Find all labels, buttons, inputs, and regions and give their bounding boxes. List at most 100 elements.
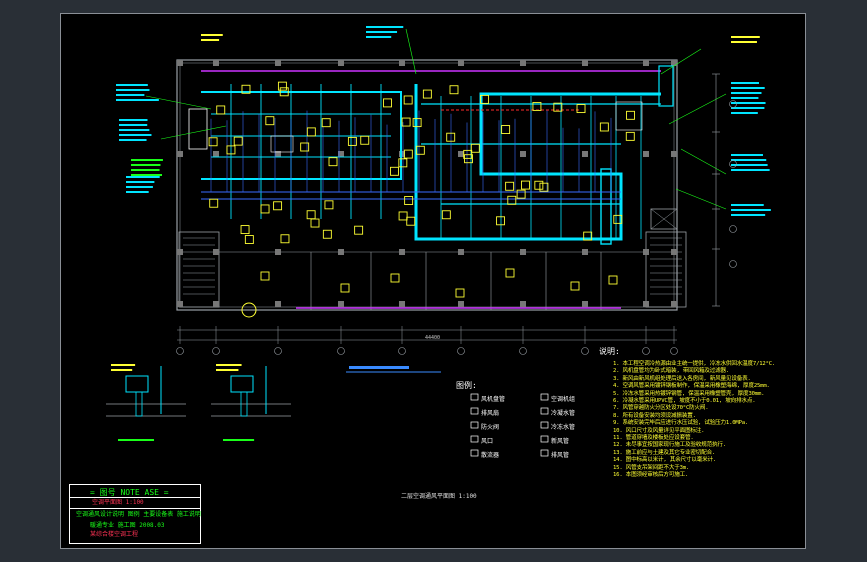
duct-riser — [658, 65, 674, 107]
legend-item: 冷凝水管 — [551, 410, 576, 417]
fan-coil-unit — [625, 131, 635, 141]
annotation-text — [119, 124, 148, 126]
structural-column — [177, 151, 183, 157]
annotation-text — [126, 186, 153, 188]
annotation-text — [731, 87, 765, 89]
fan-coil-unit — [300, 142, 310, 152]
annotation-text — [366, 36, 392, 38]
chilled-water-pipe — [201, 191, 621, 200]
leader-line — [660, 48, 702, 75]
structural-column — [275, 301, 281, 307]
structural-column — [399, 301, 405, 307]
fan-coil-unit — [324, 200, 334, 210]
structural-column — [582, 301, 588, 307]
annotation-text — [366, 31, 398, 33]
grid-bubble — [670, 347, 678, 355]
legend-item: 新风管 — [551, 438, 570, 445]
fan-coil-unit — [383, 98, 392, 108]
structural-column — [643, 249, 649, 255]
annotation-text — [119, 139, 147, 141]
fan-coil-unit — [608, 275, 618, 285]
leader-line — [160, 125, 227, 140]
grid-bubble — [274, 347, 282, 355]
annotation-text — [731, 82, 759, 84]
annotation-text — [731, 169, 770, 171]
fan-coil-unit — [328, 157, 338, 167]
title-block-project: 空调平面图 1:100 — [92, 499, 144, 506]
title-block-release: = 图号 NOTE ASE = — [90, 488, 169, 497]
title-block-divider — [70, 508, 200, 509]
annotation-text — [366, 26, 404, 28]
structural-column — [213, 301, 219, 307]
annotation-text — [731, 97, 759, 99]
annotation-text — [116, 99, 159, 101]
fan-coil-unit — [208, 137, 218, 147]
fan-coil-unit — [273, 201, 283, 211]
outer-wall — [176, 59, 678, 311]
annotation-text — [216, 364, 242, 366]
structural-column — [338, 249, 344, 255]
annotation-text — [223, 439, 255, 441]
structural-column — [671, 249, 677, 255]
title-block: = 图号 NOTE ASE = 空调平面图 1:100 空调通风设计说明 图例 … — [69, 484, 201, 544]
air-handling-unit — [270, 135, 294, 153]
fan-coil-unit — [306, 127, 316, 137]
section-duct — [125, 375, 149, 393]
stair-right — [645, 231, 687, 308]
fan-coil-unit — [310, 218, 320, 228]
fan-coil-unit — [354, 225, 364, 235]
annotation-text — [731, 214, 766, 216]
annotation-text — [131, 174, 163, 176]
fan-coil-unit — [455, 288, 465, 298]
annotation-text — [118, 439, 155, 441]
grid-bubble — [457, 347, 465, 355]
fan-coil-unit — [570, 281, 580, 291]
section-duct — [230, 375, 254, 393]
grid-bubble — [729, 225, 737, 233]
structural-column — [458, 151, 464, 157]
structural-column — [520, 60, 526, 66]
fan-coil-unit — [406, 216, 416, 226]
structural-column — [582, 249, 588, 255]
fan-coil-unit — [415, 145, 425, 155]
fan-coil-unit — [501, 125, 511, 134]
legend-item: 散流器 — [481, 452, 500, 459]
fan-coil-unit — [576, 104, 586, 114]
stair-left — [178, 231, 220, 308]
fan-coil-unit — [626, 110, 635, 120]
fan-coil-unit — [280, 234, 290, 244]
annotation-text — [111, 364, 136, 366]
fan-coil-unit — [265, 116, 275, 126]
annotation-text — [731, 112, 758, 114]
fan-coil-unit — [240, 225, 250, 235]
grid-bubble — [642, 347, 650, 355]
annotation-text — [119, 119, 148, 121]
air-handling-unit — [188, 108, 208, 150]
fan-coil-unit — [322, 229, 332, 239]
structural-column — [671, 301, 677, 307]
grid-bubble — [337, 347, 345, 355]
structural-column — [213, 60, 219, 66]
annotation-text — [731, 36, 760, 38]
fan-coil-unit — [422, 89, 432, 99]
annotation-text — [116, 84, 148, 86]
grid-bubble — [176, 347, 184, 355]
fan-coil-unit — [306, 210, 316, 220]
structural-column — [458, 301, 464, 307]
fan-coil-unit — [516, 189, 526, 199]
structural-column — [643, 301, 649, 307]
total-dimension-label: 44400 — [425, 335, 441, 341]
fan-coil-unit — [470, 143, 480, 153]
structural-column — [275, 60, 281, 66]
fan-coil-unit — [209, 198, 219, 208]
structural-column — [643, 151, 649, 157]
fan-coil-unit — [505, 181, 515, 191]
fan-coil-unit — [398, 211, 408, 221]
structural-column — [177, 60, 183, 66]
legend-title: 图例: — [456, 381, 477, 390]
annotation-text — [131, 169, 160, 171]
fan-coil-unit — [599, 122, 609, 132]
title-block-line: 暖通专业 施工图 2008.03 — [90, 522, 165, 529]
fan-coil-unit — [244, 235, 254, 244]
annotation-text — [731, 154, 763, 156]
